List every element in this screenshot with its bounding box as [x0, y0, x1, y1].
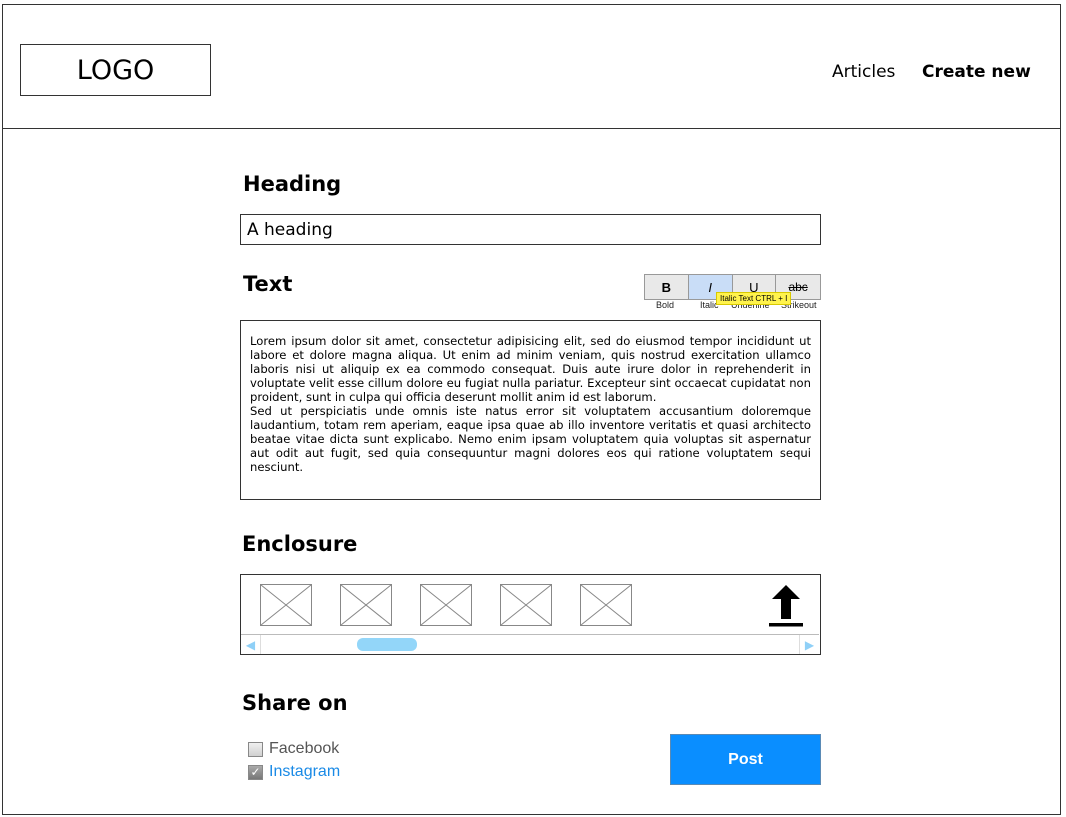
heading-input[interactable]: [240, 214, 821, 245]
nav-articles-link[interactable]: Articles: [832, 62, 895, 82]
heading-section-title: Heading: [243, 172, 342, 196]
horizontal-scrollbar[interactable]: ◀ ▶: [241, 634, 819, 654]
facebook-label: Facebook: [269, 740, 340, 757]
enclosure-section-title: Enclosure: [242, 532, 358, 556]
post-button[interactable]: Post: [670, 734, 821, 785]
share-instagram-option[interactable]: ✓ Instagram: [248, 763, 340, 781]
share-facebook-option[interactable]: Facebook: [248, 740, 339, 758]
image-placeholder-icon[interactable]: [580, 584, 632, 626]
enclosure-panel: ◀ ▶: [240, 574, 821, 655]
image-placeholder-icon[interactable]: [420, 584, 472, 626]
upload-icon[interactable]: [767, 583, 805, 627]
text-section-title: Text: [243, 272, 293, 296]
scroll-thumb[interactable]: [357, 638, 417, 651]
scroll-right-arrow-icon[interactable]: ▶: [799, 635, 819, 654]
logo[interactable]: LOGO: [20, 44, 211, 96]
scroll-left-arrow-icon[interactable]: ◀: [241, 635, 261, 654]
nav-create-new-link[interactable]: Create new: [922, 62, 1031, 82]
text-body-editor[interactable]: Lorem ipsum dolor sit amet, consectetur …: [240, 320, 821, 500]
share-section-title: Share on: [242, 691, 348, 715]
image-placeholder-icon[interactable]: [260, 584, 312, 626]
image-placeholder-icon[interactable]: [340, 584, 392, 626]
header-divider: [2, 128, 1061, 129]
bold-label: Bold: [656, 300, 675, 310]
image-placeholder-icon[interactable]: [500, 584, 552, 626]
italic-tooltip: Italic Text CTRL + I: [716, 292, 792, 305]
instagram-label: Instagram: [269, 763, 341, 780]
instagram-checkbox[interactable]: ✓: [248, 764, 263, 780]
bold-button[interactable]: B: [645, 275, 689, 299]
facebook-checkbox[interactable]: [248, 741, 263, 757]
